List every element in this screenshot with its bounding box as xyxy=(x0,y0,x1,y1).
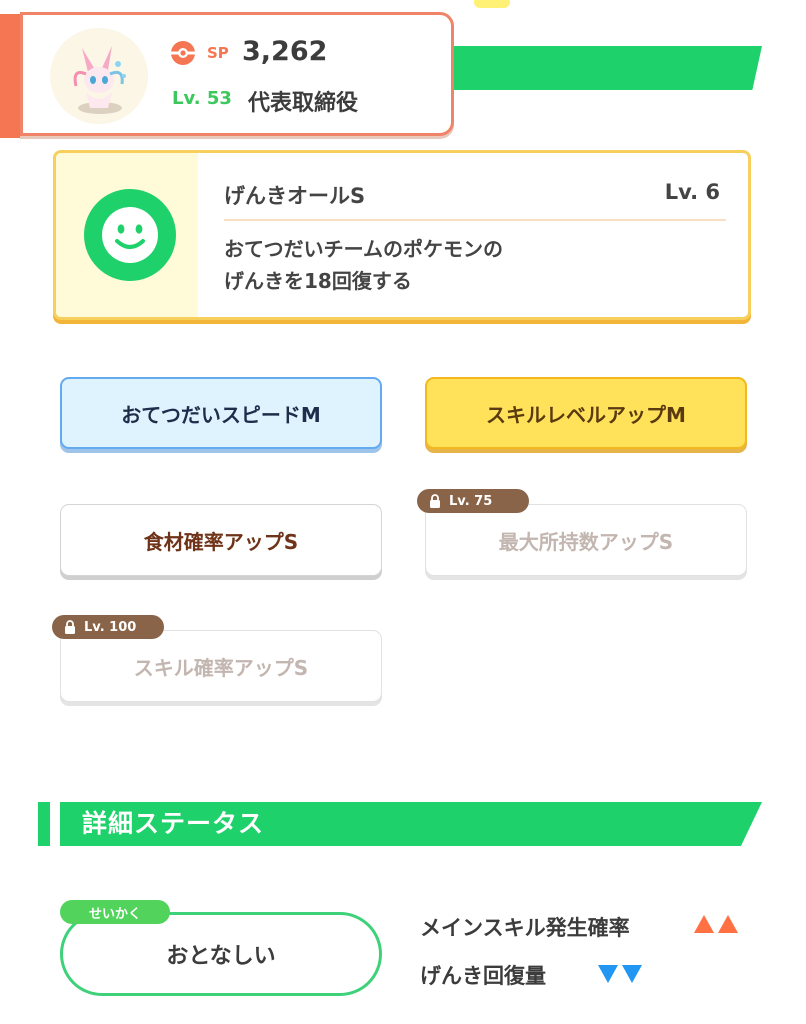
header-banner xyxy=(440,46,762,90)
pokemon-nickname: 代表取締役 xyxy=(248,91,359,116)
pokemon-avatar xyxy=(50,28,148,124)
lock-icon xyxy=(65,620,75,634)
locked-sub-skill-button[interactable]: スキル確率アップS xyxy=(60,630,382,702)
top-tab-nub xyxy=(474,0,510,8)
sub-skill-button[interactable]: おてつだいスピードM xyxy=(60,377,382,449)
skill-level: Lv. 6 xyxy=(664,180,720,204)
nature-tag: せいかく xyxy=(60,900,170,924)
locked-sub-skill-button[interactable]: 最大所持数アップS xyxy=(425,504,747,576)
smile-icon xyxy=(84,189,176,281)
sp-value: 3,262 xyxy=(242,36,328,67)
section-marker xyxy=(38,802,50,846)
skill-name: げんきオールS xyxy=(224,184,366,208)
nature-pill[interactable]: おとなしい xyxy=(60,912,382,996)
up-arrows-icon xyxy=(694,915,738,933)
sp-label: SP xyxy=(207,44,229,62)
skill-description: おてつだいチームのポケモンの げんきを18回復する xyxy=(224,237,503,293)
sub-skill-button[interactable]: 食材確率アップS xyxy=(60,504,382,576)
main-skill-card[interactable]: げんきオールS Lv. 6 おてつだいチームのポケモンの げんきを18回復する xyxy=(53,150,751,320)
down-arrows-icon xyxy=(598,965,642,983)
unlock-level: Lv. 100 xyxy=(84,619,137,635)
lock-icon xyxy=(430,494,440,508)
nature-up-effect: メインスキル発生確率 xyxy=(420,916,630,940)
unlock-level-badge: Lv. 100 xyxy=(52,615,164,639)
section-title: 詳細ステータス xyxy=(82,809,265,838)
pokemon-level: Lv. 53 xyxy=(172,88,232,109)
pokeball-icon xyxy=(171,41,195,65)
sub-skill-button[interactable]: スキルレベルアップM xyxy=(425,377,747,449)
unlock-level: Lv. 75 xyxy=(449,493,493,509)
divider xyxy=(224,219,726,221)
unlock-level-badge: Lv. 75 xyxy=(417,489,529,513)
nature-down-effect: げんき回復量 xyxy=(420,964,546,988)
skill-icon-panel xyxy=(56,153,198,317)
